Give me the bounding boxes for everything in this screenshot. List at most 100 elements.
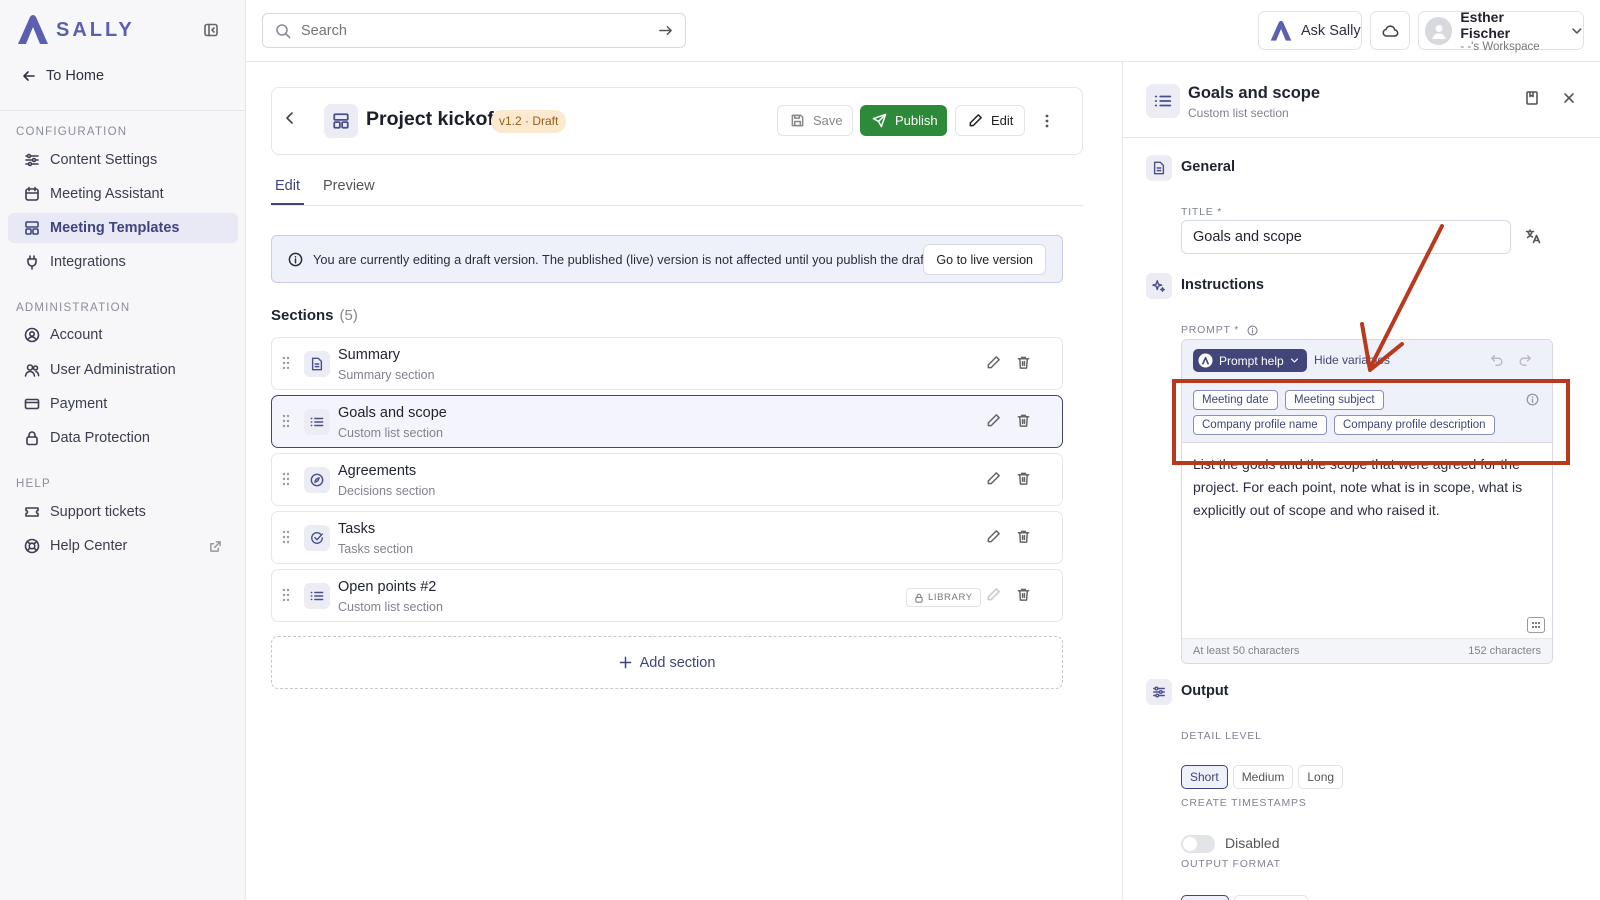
top-bar: Ask Sally Esther Fischer - -'s Workspace bbox=[246, 0, 1600, 62]
timestamps-toggle[interactable] bbox=[1181, 835, 1215, 853]
sidebar-item-integrations[interactable]: Integrations bbox=[8, 247, 238, 277]
insert-variable-button[interactable] bbox=[1527, 617, 1545, 633]
sidebar-item-label: Data Protection bbox=[50, 430, 150, 446]
sidebar-collapse-icon bbox=[204, 23, 218, 37]
calendar-icon bbox=[25, 186, 39, 201]
sidebar-item-content-settings[interactable]: Content Settings bbox=[8, 145, 238, 175]
detail-level-label: DETAIL LEVEL bbox=[1181, 730, 1262, 742]
grid-dots-icon bbox=[1532, 622, 1540, 628]
save-button[interactable]: Save bbox=[777, 105, 853, 136]
user-workspace: - -'s Workspace bbox=[1460, 40, 1540, 53]
prompt-help-button[interactable]: Prompt help bbox=[1193, 349, 1307, 372]
close-icon bbox=[1564, 93, 1574, 103]
variable-chip[interactable]: Meeting date bbox=[1193, 390, 1278, 410]
sidebar-item-label: Support tickets bbox=[50, 504, 146, 520]
sidebar-divider bbox=[0, 110, 245, 111]
help-heading: HELP bbox=[16, 478, 51, 490]
main-content: Project kickoff v1.2 · Draft Save Publis… bbox=[246, 62, 1122, 900]
sidebar-item-account[interactable]: Account bbox=[8, 320, 238, 350]
section-name: Open points #2 bbox=[338, 579, 437, 595]
tab-edit[interactable]: Edit bbox=[275, 178, 300, 194]
section-row-goals-and-scope[interactable]: Goals and scope Custom list section bbox=[271, 395, 1063, 448]
collapse-sidebar-button[interactable] bbox=[203, 22, 219, 38]
send-icon bbox=[872, 113, 887, 128]
edit-section-button[interactable] bbox=[986, 471, 1001, 486]
delete-section-button[interactable] bbox=[1016, 355, 1031, 370]
title-input[interactable] bbox=[1181, 220, 1511, 254]
detail-level-short[interactable]: Short bbox=[1181, 765, 1228, 789]
prompt-editor[interactable]: Prompt help Hide variables Meeting date … bbox=[1181, 339, 1553, 664]
users-icon bbox=[24, 364, 40, 377]
back-button[interactable] bbox=[282, 110, 298, 126]
sections-title: Sections bbox=[271, 307, 334, 324]
sally-logo-icon bbox=[1270, 20, 1292, 41]
output-format-option[interactable] bbox=[1181, 895, 1229, 900]
sidebar: SALLY To Home CONFIGURATION Content Sett… bbox=[0, 0, 246, 900]
drag-handle-icon bbox=[282, 356, 290, 370]
user-circle-icon bbox=[24, 327, 40, 343]
close-panel-button[interactable] bbox=[1563, 92, 1575, 104]
trash-icon bbox=[1017, 588, 1030, 601]
edit-section-button[interactable] bbox=[986, 529, 1001, 544]
sync-button[interactable] bbox=[1370, 11, 1410, 50]
pencil-icon bbox=[969, 114, 982, 127]
prompt-help-label: Prompt help bbox=[1219, 353, 1284, 368]
sidebar-item-data-protection[interactable]: Data Protection bbox=[8, 423, 238, 453]
go-to-live-version-button[interactable]: Go to live version bbox=[923, 244, 1046, 275]
variable-chip[interactable]: Meeting subject bbox=[1285, 390, 1384, 410]
drag-handle-icon bbox=[282, 530, 290, 544]
section-row-summary[interactable]: Summary Summary section bbox=[271, 337, 1063, 390]
edit-section-button[interactable] bbox=[986, 413, 1001, 428]
publish-button[interactable]: Publish bbox=[860, 105, 947, 136]
prompt-field-label: PROMPT * bbox=[1181, 324, 1258, 336]
edit-button[interactable]: Edit bbox=[955, 105, 1025, 136]
chevron-left-icon bbox=[286, 112, 293, 124]
library-badge-label: LIBRARY bbox=[928, 592, 973, 603]
detail-level-long[interactable]: Long bbox=[1298, 765, 1344, 789]
sidebar-item-support-tickets[interactable]: Support tickets bbox=[8, 497, 238, 527]
sidebar-item-meeting-assistant[interactable]: Meeting Assistant bbox=[8, 179, 238, 209]
sidebar-item-meeting-templates[interactable]: Meeting Templates bbox=[8, 213, 238, 243]
sparkles-icon bbox=[1146, 273, 1172, 299]
section-row-tasks[interactable]: Tasks Tasks section bbox=[271, 511, 1063, 564]
prompt-textarea[interactable]: List the goals and the scope that were a… bbox=[1193, 453, 1543, 522]
translate-button[interactable] bbox=[1525, 228, 1541, 244]
sidebar-item-user-administration[interactable]: User Administration bbox=[8, 355, 238, 385]
delete-section-button[interactable] bbox=[1016, 471, 1031, 486]
redo-button[interactable] bbox=[1518, 353, 1532, 367]
add-section-button[interactable]: Add section bbox=[271, 636, 1063, 689]
search-input[interactable] bbox=[301, 22, 648, 39]
sections-count: (5) bbox=[339, 307, 358, 324]
delete-section-button[interactable] bbox=[1016, 413, 1031, 428]
section-type: Custom list section bbox=[338, 426, 443, 440]
drag-handle-icon bbox=[282, 588, 290, 602]
save-to-library-button[interactable] bbox=[1524, 90, 1540, 106]
draft-banner: You are currently editing a draft versio… bbox=[271, 235, 1063, 283]
instructions-heading: Instructions bbox=[1181, 277, 1264, 293]
to-home-link[interactable]: To Home bbox=[22, 68, 104, 84]
variable-chip[interactable]: Company profile description bbox=[1334, 415, 1495, 435]
sidebar-item-help-center[interactable]: Help Center bbox=[8, 531, 238, 561]
detail-level-medium[interactable]: Medium bbox=[1232, 765, 1294, 789]
delete-section-button[interactable] bbox=[1016, 529, 1031, 544]
undo-button[interactable] bbox=[1490, 353, 1504, 367]
search-box[interactable] bbox=[262, 13, 686, 48]
plug-icon bbox=[27, 255, 37, 270]
output-format-option[interactable] bbox=[1234, 895, 1308, 900]
section-row-agreements[interactable]: Agreements Decisions section bbox=[271, 453, 1063, 506]
section-row-open-points[interactable]: Open points #2 Custom list section LIBRA… bbox=[271, 569, 1063, 622]
user-menu[interactable]: Esther Fischer - -'s Workspace bbox=[1418, 9, 1584, 53]
sally-logo[interactable]: SALLY bbox=[16, 14, 135, 46]
hide-variables-button[interactable]: Hide variables bbox=[1314, 353, 1390, 367]
info-icon bbox=[1526, 393, 1539, 406]
ask-sally-button[interactable]: Ask Sally bbox=[1258, 11, 1362, 50]
tab-preview[interactable]: Preview bbox=[323, 178, 375, 194]
sidebar-item-payment[interactable]: Payment bbox=[8, 389, 238, 419]
edit-section-button[interactable] bbox=[986, 355, 1001, 370]
avatar bbox=[1425, 16, 1453, 45]
variable-chip[interactable]: Company profile name bbox=[1193, 415, 1327, 435]
delete-section-button[interactable] bbox=[1016, 587, 1031, 602]
sidebar-item-label: Help Center bbox=[50, 538, 128, 554]
configuration-heading: CONFIGURATION bbox=[16, 126, 128, 138]
more-options-button[interactable] bbox=[1032, 105, 1062, 136]
